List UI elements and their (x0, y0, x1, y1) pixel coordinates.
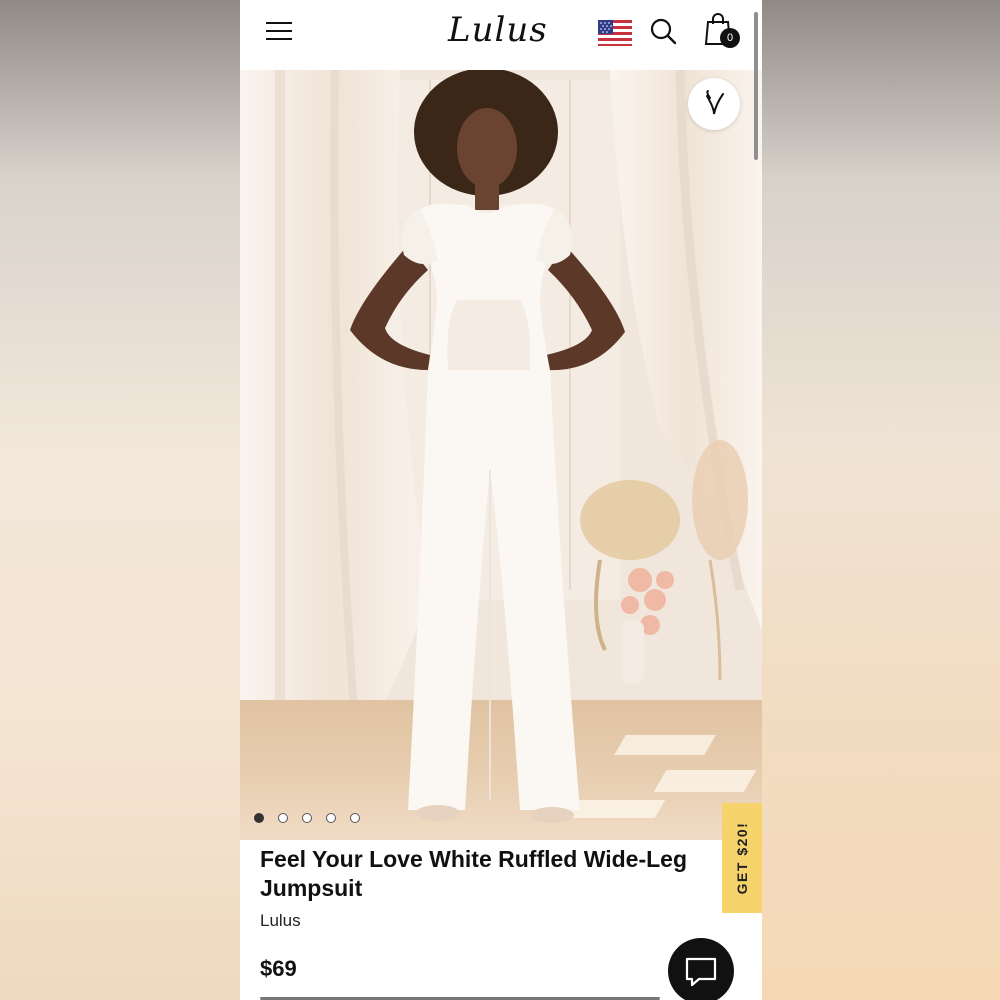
phone-screen: Lulus 0 GET $20! Feel Your Love White Ru… (240, 0, 762, 1000)
product-title: Feel Your Love White Ruffled Wide-Leg Ju… (260, 846, 688, 901)
carousel-dot-3[interactable] (302, 813, 312, 823)
blurred-background-left (0, 0, 240, 1000)
carousel-dot-4[interactable] (326, 813, 336, 823)
carousel-dot-5[interactable] (350, 813, 360, 823)
get-20-promo-tab[interactable]: GET $20! (722, 803, 762, 913)
product-brand-link[interactable]: Lulus (260, 911, 301, 931)
hamburger-menu-icon[interactable] (266, 20, 292, 40)
model-figure (350, 70, 625, 823)
promo-label: GET $20! (734, 821, 750, 895)
scrollbar[interactable] (754, 12, 758, 160)
carousel-dot-2[interactable] (278, 813, 288, 823)
search-icon[interactable] (648, 16, 678, 46)
cut-off-text-line (260, 994, 680, 1000)
product-price: $69 (260, 956, 297, 981)
carousel-dot-1[interactable] (254, 813, 264, 823)
blurred-background-right (762, 0, 1000, 1000)
product-image[interactable] (240, 70, 762, 840)
chat-button[interactable] (668, 938, 734, 1000)
heart-icon[interactable] (688, 78, 740, 130)
cart-count-badge: 0 (720, 28, 740, 48)
site-header: Lulus 0 (240, 0, 762, 70)
site-logo[interactable]: Lulus (448, 8, 552, 52)
us-flag-icon[interactable] (598, 20, 632, 46)
chat-bubble-icon (685, 957, 717, 987)
